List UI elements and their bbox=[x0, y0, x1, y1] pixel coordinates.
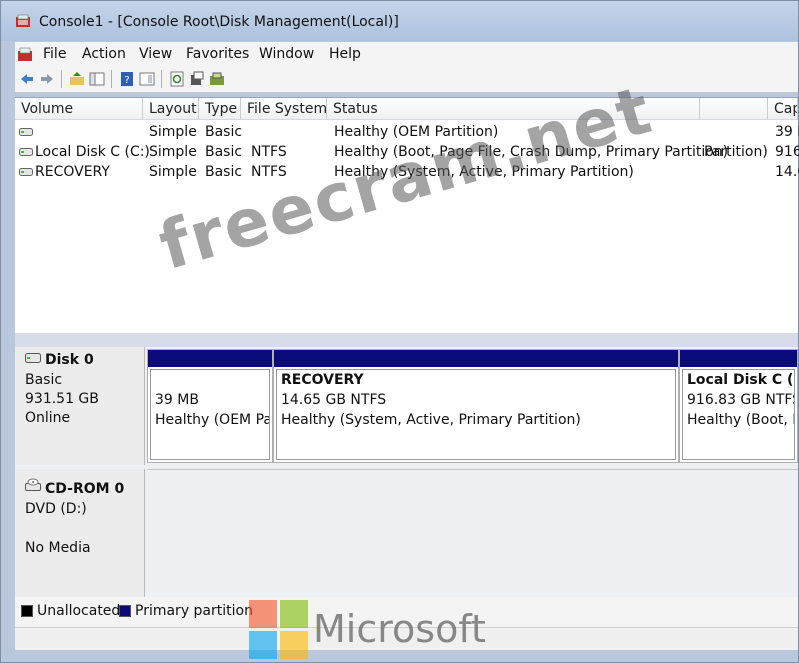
window-title: Console1 - [Console Root\Disk Management… bbox=[39, 14, 399, 30]
cd-drive-icon bbox=[25, 478, 41, 491]
menu-help[interactable]: Help bbox=[329, 46, 361, 62]
menu-view[interactable]: View bbox=[139, 46, 172, 62]
capacity-value: 39 I bbox=[775, 124, 799, 140]
volume-drive-icon bbox=[19, 128, 33, 136]
refresh-icon[interactable] bbox=[169, 71, 185, 87]
layout-value: Simple bbox=[149, 124, 197, 140]
toolbar-separator bbox=[61, 70, 62, 88]
partition-status: Healthy (System, Active, Primary Partiti… bbox=[281, 412, 581, 428]
up-folder-icon[interactable] bbox=[69, 71, 85, 87]
partition-size: 14.65 GB NTFS bbox=[281, 392, 387, 408]
legend-primary-partition: Primary partition bbox=[135, 603, 253, 619]
svg-text:?: ? bbox=[124, 75, 129, 86]
partition-oem[interactable]: 39 MB Healthy (OEM Par bbox=[147, 349, 273, 463]
partition-bar bbox=[680, 350, 797, 367]
partition-bar bbox=[148, 350, 272, 367]
partition-body: RECOVERY 14.65 GB NTFS Healthy (System, … bbox=[276, 369, 676, 460]
volume-name: RECOVERY bbox=[35, 164, 110, 180]
partition-size: 916.83 GB NTFS bbox=[687, 392, 795, 408]
mmc-window: Console1 - [Console Root\Disk Management… bbox=[0, 0, 799, 663]
properties-pane-icon[interactable] bbox=[139, 71, 155, 87]
type-value: Basic bbox=[205, 124, 243, 140]
fs-value: NTFS bbox=[251, 144, 287, 160]
cdrom-0-name: CD-ROM 0 bbox=[45, 481, 125, 497]
col-file-system[interactable]: File System bbox=[241, 98, 327, 120]
console-menu-icon[interactable] bbox=[17, 46, 33, 62]
cdrom-0-state: No Media bbox=[25, 540, 91, 556]
pane-splitter[interactable] bbox=[15, 333, 798, 347]
volume-drive-icon bbox=[19, 168, 33, 176]
partition-local-disk-c[interactable]: Local Disk C (C:) 916.83 GB NTFS Healthy… bbox=[679, 349, 798, 463]
microsoft-logo-icon bbox=[249, 600, 308, 659]
menu-file[interactable]: File bbox=[43, 46, 66, 62]
volume-name: Local Disk C (C:) bbox=[35, 144, 150, 160]
back-arrow-icon[interactable] bbox=[19, 71, 35, 87]
forward-arrow-icon[interactable] bbox=[39, 71, 55, 87]
partition-body: 39 MB Healthy (OEM Par bbox=[150, 369, 270, 460]
disk-graphical-view: Disk 0 Basic 931.51 GB Online 39 MB Heal… bbox=[15, 347, 798, 598]
cdrom-0-type: DVD (D:) bbox=[25, 501, 87, 517]
title-bar[interactable]: Console1 - [Console Root\Disk Management… bbox=[1, 1, 798, 41]
capacity-value: 14.6 bbox=[775, 164, 799, 180]
disk-settings-icon[interactable] bbox=[209, 71, 225, 87]
col-layout[interactable]: Layout bbox=[143, 98, 199, 120]
layout-value: Simple bbox=[149, 164, 197, 180]
capacity-value: 916 bbox=[775, 144, 799, 160]
cdrom-0-label[interactable]: CD-ROM 0 DVD (D:) No Media bbox=[15, 469, 145, 597]
status-overflow-value: Partition) bbox=[704, 144, 768, 160]
unallocated-swatch bbox=[21, 605, 33, 617]
partition-status: Healthy (Boot, Pa bbox=[687, 412, 794, 428]
partition-bar bbox=[274, 350, 678, 367]
menu-window[interactable]: Window bbox=[259, 46, 314, 62]
cdrom-0-area[interactable] bbox=[147, 469, 798, 598]
layout-value: Simple bbox=[149, 144, 197, 160]
disk-0-size: 931.51 GB bbox=[25, 391, 99, 407]
menu-action[interactable]: Action bbox=[82, 46, 126, 62]
col-capacity[interactable]: Cap bbox=[768, 98, 798, 120]
legend-unallocated: Unallocated bbox=[37, 603, 121, 619]
disk-0-type: Basic bbox=[25, 372, 63, 388]
disk-0-name: Disk 0 bbox=[45, 352, 94, 368]
toolbar-separator bbox=[161, 70, 162, 88]
microsoft-wordmark: Microsoft bbox=[313, 607, 486, 651]
primary-partition-swatch bbox=[119, 605, 131, 617]
menu-favorites[interactable]: Favorites bbox=[186, 46, 249, 62]
volume-drive-icon bbox=[19, 148, 33, 156]
help-icon[interactable]: ? bbox=[119, 71, 135, 87]
console-app-icon bbox=[16, 14, 30, 27]
disk-0-state: Online bbox=[25, 410, 71, 426]
toolbar-separator bbox=[111, 70, 112, 88]
show-hide-tree-icon[interactable] bbox=[89, 71, 105, 87]
partition-status: Healthy (OEM Par bbox=[155, 412, 270, 428]
col-type[interactable]: Type bbox=[199, 98, 241, 120]
partition-size: 39 MB bbox=[155, 392, 199, 408]
type-value: Basic bbox=[205, 164, 243, 180]
col-volume[interactable]: Volume bbox=[15, 98, 143, 120]
col-blank[interactable] bbox=[700, 98, 768, 120]
toolbar: ? bbox=[15, 66, 798, 93]
partition-name: Local Disk C (C:) bbox=[687, 372, 794, 388]
partition-body: Local Disk C (C:) 916.83 GB NTFS Healthy… bbox=[682, 369, 795, 460]
partition-recovery[interactable]: RECOVERY 14.65 GB NTFS Healthy (System, … bbox=[273, 349, 679, 463]
menu-bar: File Action View Favorites Window Help bbox=[15, 42, 798, 66]
hard-disk-icon bbox=[25, 353, 41, 363]
disk-0-label[interactable]: Disk 0 Basic 931.51 GB Online bbox=[15, 347, 145, 465]
type-value: Basic bbox=[205, 144, 243, 160]
export-list-icon[interactable] bbox=[189, 71, 205, 87]
partition-name: RECOVERY bbox=[281, 372, 364, 388]
